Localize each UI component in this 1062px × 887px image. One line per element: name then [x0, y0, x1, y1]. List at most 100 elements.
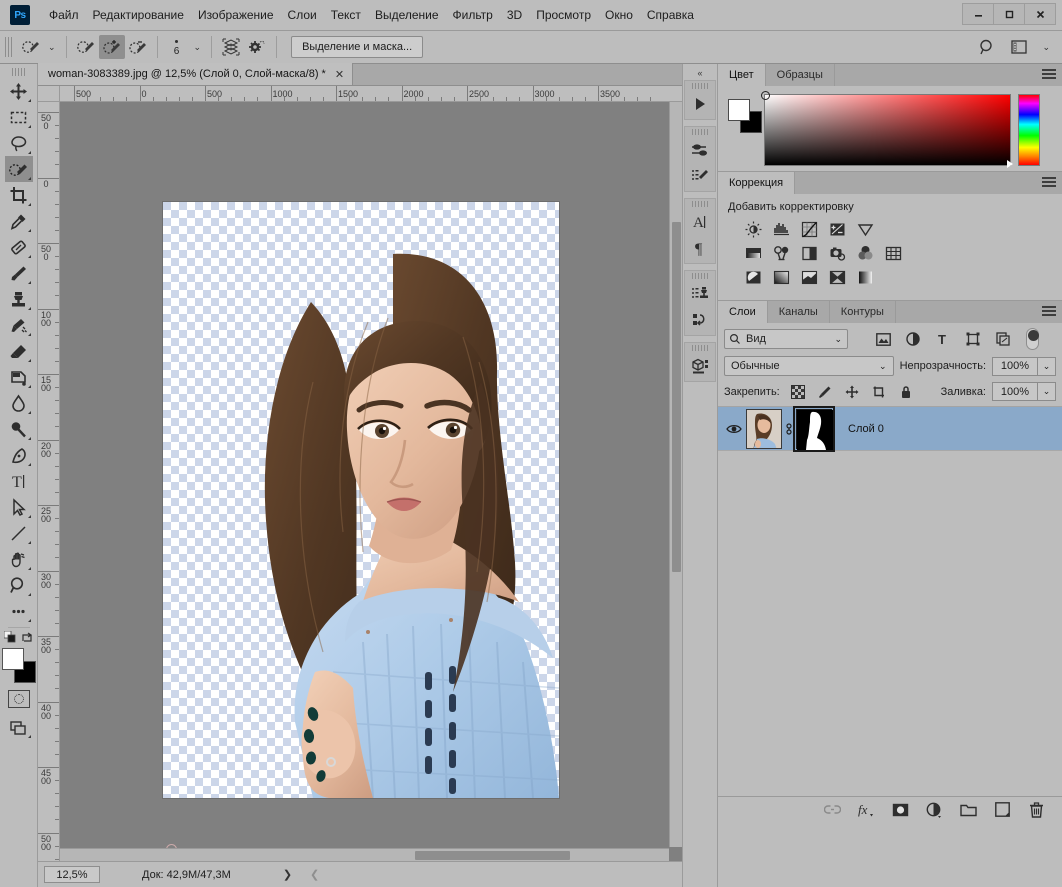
gradient-tool[interactable]: [5, 364, 33, 390]
minimize-button[interactable]: [962, 3, 994, 25]
color-balance-icon[interactable]: [770, 243, 792, 263]
foreground-color-swatch[interactable]: [1, 648, 24, 670]
blend-mode-select[interactable]: Обычные ⌄: [724, 356, 894, 376]
swap-colors-icon[interactable]: [21, 631, 34, 644]
workspace-switcher-icon[interactable]: [1006, 35, 1032, 59]
brush-size-value[interactable]: 6: [164, 38, 190, 57]
lock-all-icon[interactable]: [898, 384, 914, 400]
panel-menu-icon[interactable]: [1042, 177, 1056, 189]
ruler-corner[interactable]: [38, 86, 60, 102]
fill-value[interactable]: 100%: [992, 382, 1038, 401]
add-to-selection-mode-icon[interactable]: [98, 35, 125, 59]
smart-object-filter-icon[interactable]: [994, 330, 1012, 348]
paragraph-panel-icon[interactable]: ¶: [686, 235, 714, 261]
tab-channels[interactable]: Каналы: [767, 301, 830, 323]
canvas-vertical-scrollbar[interactable]: [669, 102, 682, 847]
tab-paths[interactable]: Контуры: [829, 301, 896, 323]
brush-settings-icon[interactable]: [686, 163, 714, 189]
brightness-contrast-icon[interactable]: [742, 219, 764, 239]
expand-panels-icon[interactable]: «: [683, 66, 717, 80]
posterize-icon[interactable]: [770, 267, 792, 287]
dock-group-grip[interactable]: [692, 345, 708, 351]
dodge-tool[interactable]: [5, 416, 33, 442]
layer-mask-link-icon[interactable]: [782, 422, 796, 436]
menu-3d[interactable]: 3D: [500, 5, 529, 25]
link-layers-icon[interactable]: [822, 800, 842, 820]
type-tool[interactable]: T: [5, 468, 33, 494]
tab-color[interactable]: Цвет: [718, 64, 766, 86]
curves-icon[interactable]: [798, 219, 820, 239]
line-tool[interactable]: [5, 520, 33, 546]
quick-selection-tool[interactable]: [4, 156, 33, 182]
channel-mixer-icon[interactable]: [854, 243, 876, 263]
edit-toolbar-tool[interactable]: [5, 598, 33, 624]
shape-filter-icon[interactable]: [964, 330, 982, 348]
lock-transparent-pixels-icon[interactable]: [790, 384, 806, 400]
new-layer-icon[interactable]: [992, 800, 1012, 820]
pen-tool[interactable]: [5, 442, 33, 468]
layer-filter-toggle[interactable]: [1026, 328, 1039, 350]
menu-help[interactable]: Справка: [640, 5, 701, 25]
menu-image[interactable]: Изображение: [191, 5, 281, 25]
foreground-color-swatch[interactable]: [728, 99, 750, 121]
spot-healing-brush-tool[interactable]: [5, 234, 33, 260]
hand-tool[interactable]: [5, 546, 33, 572]
invert-icon[interactable]: [742, 267, 764, 287]
select-and-mask-button[interactable]: Выделение и маска...: [291, 36, 424, 58]
lasso-tool[interactable]: [5, 130, 33, 156]
new-group-icon[interactable]: [958, 800, 978, 820]
zoom-tool[interactable]: [5, 572, 33, 598]
tab-swatches[interactable]: Образцы: [765, 64, 835, 86]
artboard[interactable]: [163, 202, 559, 798]
fill-chevron-down-icon[interactable]: ⌄: [1038, 382, 1056, 401]
close-button[interactable]: [1024, 3, 1056, 25]
status-expand-arrow-icon[interactable]: ❯: [283, 868, 292, 881]
horizontal-ruler[interactable]: 500 0 500 1000 1500 2000 2500 3000 3500: [60, 86, 682, 102]
pixel-filter-icon[interactable]: [874, 330, 892, 348]
dock-group-grip[interactable]: [692, 129, 708, 135]
tab-adjustments[interactable]: Коррекция: [718, 172, 796, 194]
timeline-play-icon[interactable]: [686, 91, 714, 117]
document-tab[interactable]: woman-3083389.jpg @ 12,5% (Слой 0, Слой-…: [38, 63, 354, 85]
threshold-icon[interactable]: [798, 267, 820, 287]
history-brush-tool[interactable]: [5, 312, 33, 338]
move-tool[interactable]: [5, 78, 33, 104]
search-icon[interactable]: [974, 35, 1000, 59]
new-adjustment-layer-icon[interactable]: [924, 800, 944, 820]
menu-select[interactable]: Выделение: [368, 5, 446, 25]
horizontal-scroll-thumb[interactable]: [415, 851, 570, 860]
lock-artboard-icon[interactable]: [871, 384, 887, 400]
screen-mode-icon[interactable]: [5, 714, 33, 740]
sample-all-layers-icon[interactable]: [218, 35, 244, 59]
lock-position-icon[interactable]: [844, 384, 860, 400]
workspace-chevron-down-icon[interactable]: ⌄: [1038, 42, 1054, 53]
tab-layers[interactable]: Слои: [718, 301, 768, 323]
crop-tool[interactable]: [5, 182, 33, 208]
opacity-chevron-down-icon[interactable]: ⌄: [1038, 356, 1056, 376]
clone-stamp-tool[interactable]: [5, 286, 33, 312]
menu-layers[interactable]: Слои: [281, 5, 324, 25]
brush-picker-chevron-down-icon[interactable]: ⌄: [190, 42, 206, 53]
dock-group-grip[interactable]: [692, 201, 708, 207]
brush-settings-gear-icon[interactable]: [244, 35, 270, 59]
menu-text[interactable]: Текст: [324, 5, 368, 25]
blur-tool[interactable]: [5, 390, 33, 416]
adjustment-filter-icon[interactable]: [904, 330, 922, 348]
toolbar-grip[interactable]: [11, 68, 26, 76]
add-layer-mask-icon[interactable]: [890, 800, 910, 820]
layer-mask-thumbnail[interactable]: [793, 405, 835, 452]
status-collapse-arrow-icon[interactable]: ❮: [310, 868, 319, 881]
photo-filter-icon[interactable]: [826, 243, 848, 263]
clone-source-icon[interactable]: [686, 281, 714, 307]
vertical-ruler[interactable]: 500 0 500 1000 1500 2000 2500 3000 3500 4000 4500 5…: [38, 102, 60, 861]
menu-filter[interactable]: Фильтр: [446, 5, 500, 25]
exposure-icon[interactable]: [826, 219, 848, 239]
canvas-horizontal-scrollbar[interactable]: [60, 848, 669, 861]
tool-preset-chevron-down-icon[interactable]: ⌄: [44, 42, 60, 53]
default-colors-icon[interactable]: [3, 631, 17, 644]
panel-menu-icon[interactable]: [1042, 306, 1056, 318]
delete-layer-icon[interactable]: [1026, 800, 1046, 820]
layer-thumbnail[interactable]: [746, 408, 782, 449]
opacity-value[interactable]: 100%: [992, 356, 1038, 376]
quick-mask-mode-icon[interactable]: [7, 690, 30, 708]
